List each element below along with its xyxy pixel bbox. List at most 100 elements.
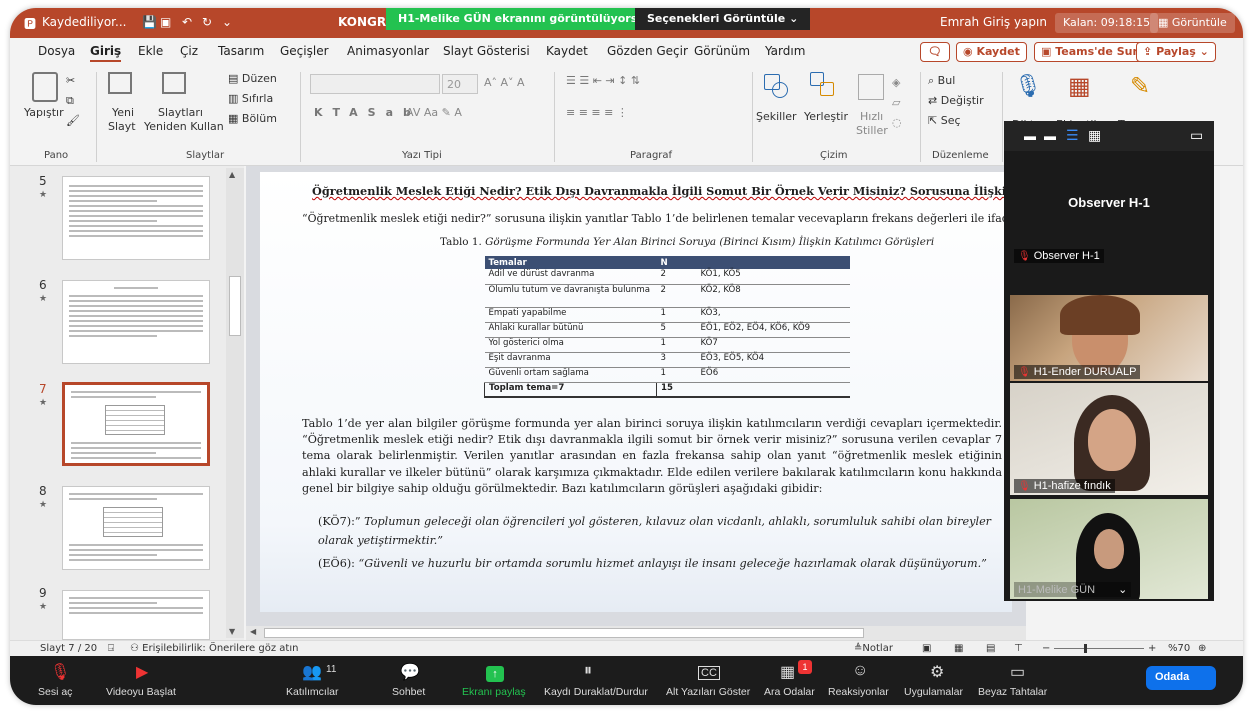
participant-tile-hafize[interactable]: 🎙 H1-hafize fındık [1010,383,1208,495]
font-style-buttons[interactable]: KTASab [314,106,421,119]
quick-styles-line2[interactable]: Stiller [856,124,888,137]
teams-present-button[interactable]: ▣ Teams'de Sun [1034,42,1148,62]
zoom-out-icon[interactable]: − [1042,643,1050,654]
undo-icon[interactable]: ↶ [182,15,192,29]
minimize-icon[interactable]: ▬ [1024,129,1036,143]
menu-insert[interactable]: Ekle [138,44,163,58]
participant-tile-observer[interactable]: Observer H-1 🎙 Observer H-1 [1010,153,1208,265]
chat-button[interactable]: Sohbet [392,686,425,698]
spellcheck-icon[interactable]: ⍈ [108,643,114,654]
shapes-button[interactable]: Şekiller [756,110,797,123]
slide-thumbnail-9[interactable] [62,590,210,640]
scroll-down-icon[interactable]: ▼ [229,627,235,636]
menu-draw[interactable]: Çiz [180,44,198,58]
zoom-slider[interactable] [1054,648,1144,649]
paste-button[interactable]: Yapıştır [24,106,64,119]
gallery-view-icon[interactable]: ▦ [1088,127,1101,144]
apps-button[interactable]: Uygulamalar [904,686,963,698]
menu-record[interactable]: Kaydet [546,44,588,58]
view-button[interactable]: ▦ Görüntüle [1150,13,1235,33]
font-grow-shrink-icon[interactable]: A˄ A˅ A [484,76,525,89]
slide-thumbnail-6[interactable] [62,280,210,364]
arrange-button[interactable]: Yerleştir [804,110,848,123]
zoom-level[interactable]: %70 [1168,643,1190,654]
slide-sorter-icon[interactable]: ▦ [954,643,963,654]
share-screen-icon[interactable]: ↑ [486,666,504,682]
scrollbar-thumb[interactable] [229,276,241,336]
menu-slideshow[interactable]: Slayt Gösterisi [443,44,530,58]
apps-icon[interactable]: ⚙ [930,662,944,682]
customize-icon[interactable]: ⌄ [222,15,232,29]
hide-icon[interactable]: ▬ [1044,129,1056,143]
cut-icon[interactable]: ✂ [66,74,75,87]
pause-record-icon[interactable]: ⏸ [584,662,592,680]
start-video-button[interactable]: Videoyu Başlat [106,686,176,698]
replace-button[interactable]: ⇄ Değiştir [928,94,984,107]
leave-button[interactable]: Odada [1146,666,1216,690]
font-name-box[interactable] [310,74,440,94]
horizontal-scrollbar[interactable]: ◀ [246,626,1026,640]
reset-button[interactable]: ▥ Sıfırla [228,92,273,105]
chat-icon[interactable]: 💬 [400,662,420,682]
reuse-slides-line1[interactable]: Slaytları [158,106,203,119]
start-slideshow-icon[interactable]: ▣ [160,15,171,29]
show-captions-button[interactable]: Alt Yazıları Göster [666,686,750,698]
redo-icon[interactable]: ↻ [202,15,212,29]
shape-effects-icon[interactable]: ◌ [892,116,902,129]
unmute-button[interactable]: Sesi aç [38,686,72,698]
save-icon[interactable]: 💾 [142,15,157,29]
participants-icon[interactable]: 👥 [302,662,322,682]
user-signin[interactable]: Emrah Giriş yapın [940,15,1047,29]
layout-button[interactable]: ▤ Düzen [228,72,277,85]
menu-transitions[interactable]: Geçişler [280,44,329,58]
find-button[interactable]: ⌕ Bul [928,74,955,88]
slideshow-view-icon[interactable]: ⊤ [1014,643,1023,654]
menu-view[interactable]: Görünüm [694,44,750,58]
quick-styles-line1[interactable]: Hızlı [860,110,883,123]
reading-view-icon[interactable]: ▤ [986,643,995,654]
reactions-button[interactable]: Reaksiyonlar [828,686,889,698]
slide-thumbnail-8[interactable] [62,486,210,570]
menu-design[interactable]: Tasarım [218,44,264,58]
slide-thumbnail-7[interactable] [62,382,210,466]
shape-fill-icon[interactable]: ◈ [892,76,900,89]
accessibility-button[interactable]: ⚇ Erişilebilirlik: Önerilere göz atın [130,643,298,654]
zoom-in-icon[interactable]: + [1148,643,1156,654]
format-painter-icon[interactable]: 🖌 [66,114,80,127]
pause-stop-recording-button[interactable]: Kaydı Duraklat/Durdur [544,686,648,698]
font-color-icon[interactable]: AV Aa ✎ A [406,106,462,119]
align-icons[interactable]: ≡ ≡ ≡ ≡ ⋮ [566,106,628,119]
select-button[interactable]: ⇱ Seç [928,114,961,127]
menu-home[interactable]: Giriş [90,44,122,62]
view-options-button[interactable]: Seçenekleri Görüntüle ⌄ [635,8,811,30]
menu-help[interactable]: Yardım [765,44,805,58]
speaker-view-icon[interactable]: ☰ [1066,127,1079,144]
scroll-left-icon[interactable]: ◀ [250,627,256,636]
share-screen-button[interactable]: Ekranı paylaş [462,686,526,698]
participants-button[interactable]: Katılımcılar [286,686,339,698]
participant-tile-melike[interactable]: H1-Melike GÜN ⌄ [1010,499,1208,599]
captions-icon[interactable]: CC [698,666,720,680]
chevron-down-icon[interactable]: ⌄ [1118,584,1127,596]
whiteboard-icon[interactable]: ▭ [1010,662,1025,682]
normal-view-icon[interactable]: ▣ [922,643,931,654]
copy-icon[interactable]: ⧉ [66,94,74,108]
new-slide-button-line2[interactable]: Slayt [108,120,136,133]
menu-animations[interactable]: Animasyonlar [347,44,429,58]
scroll-up-icon[interactable]: ▲ [229,170,235,179]
whiteboard-button[interactable]: Beyaz Tahtalar [978,686,1047,698]
font-size-box[interactable]: 20 [442,74,478,94]
pop-out-icon[interactable]: ▭ [1190,127,1203,144]
menu-file[interactable]: Dosya [38,44,75,58]
menu-review[interactable]: Gözden Geçir [607,44,688,58]
breakout-rooms-button[interactable]: Ara Odalar [764,686,815,698]
breakout-rooms-icon[interactable]: ▦ [780,662,795,682]
section-button[interactable]: ▦ Bölüm [228,112,277,125]
notes-button[interactable]: ≜Notlar [854,643,893,654]
reactions-icon[interactable]: ☺ [852,662,868,680]
fit-slide-icon[interactable]: ⊕ [1198,643,1206,654]
share-button[interactable]: ⇪ Paylaş ⌄ [1136,42,1216,62]
current-slide[interactable]: Öğretmenlik Meslek Etiği Nedir? Etik Dış… [260,172,1140,612]
reuse-slides-line2[interactable]: Yeniden Kullan [144,120,224,133]
scrollbar-thumb[interactable] [264,628,864,638]
